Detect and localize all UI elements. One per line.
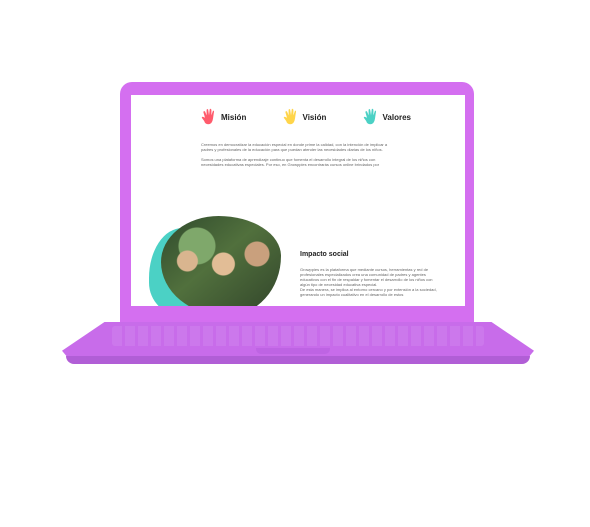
hand-icon [363,108,376,125]
impact-paragraph: Growppies es la plataforma que mediante … [300,267,433,287]
tab-valores[interactable]: Valores [363,108,411,126]
laptop-screen: Misión Visión Valores Creemos en democra… [131,95,465,306]
hand-icon [201,108,215,125]
keyboard [112,326,484,346]
tab-vision[interactable]: Visión [283,108,327,126]
tab-label: Visión [302,112,327,122]
tab-bar: Misión Visión Valores [201,105,411,129]
content-paragraph: Creemos en democratizar la educación esp… [201,142,388,152]
impact-text: Growppies es la plataforma que mediante … [300,267,442,297]
family-photo [161,216,281,306]
hand-icon [283,108,296,125]
tab-label: Valores [382,112,411,122]
laptop-base-edge [66,356,530,364]
content-paragraph: Somos una plataforma de aprendizaje cont… [201,157,380,167]
impact-paragraph: De esta manera, se implica al entorno ce… [300,287,437,297]
section-title: Impacto social [300,251,349,258]
trackpad [256,348,330,354]
tab-content: Creemos en democratizar la educación esp… [201,142,395,172]
family-photo-section [149,216,281,306]
tab-label: Misión [221,112,247,122]
tab-mision[interactable]: Misión [201,108,246,126]
